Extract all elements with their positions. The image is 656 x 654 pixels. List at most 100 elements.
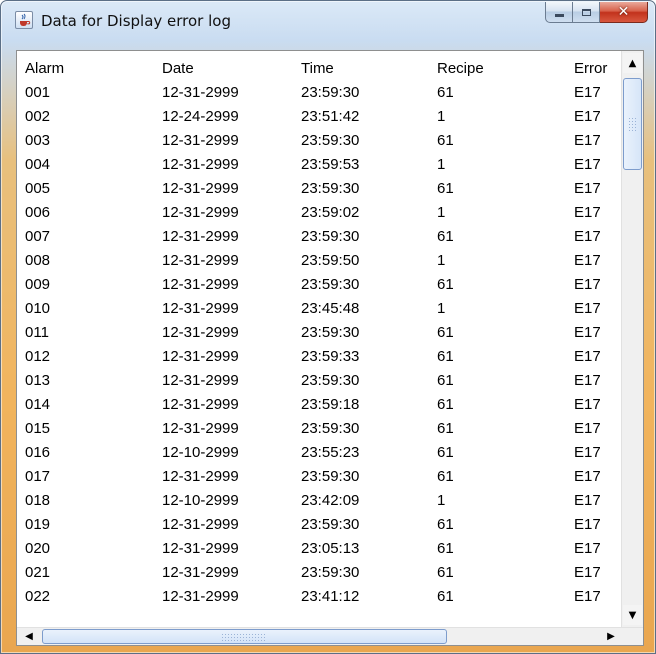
cell-time: 23:59:30: [301, 516, 360, 533]
cell-time: 23:59:30: [301, 180, 360, 197]
maximize-button[interactable]: [573, 2, 600, 23]
table-row[interactable]: 010 12-31-2999 23:45:48 1 E17: [25, 298, 621, 322]
cell-time: 23:59:30: [301, 468, 360, 485]
arrow-down-icon: ▼: [628, 609, 637, 621]
minimize-icon: [554, 13, 564, 17]
cell-date: 12-31-2999: [162, 540, 239, 557]
grip-icon: [221, 633, 265, 641]
column-header-date[interactable]: Date: [162, 60, 194, 77]
table-row[interactable]: 019 12-31-2999 23:59:30 61 E17: [25, 514, 621, 538]
column-header-time[interactable]: Time: [301, 60, 334, 77]
app-window: Data for Display error log ✕ Alarm Date …: [0, 0, 656, 654]
cell-error: E17: [574, 180, 601, 197]
cell-alarm: 012: [25, 348, 51, 365]
cell-date: 12-31-2999: [162, 132, 239, 149]
cell-date: 12-31-2999: [162, 396, 239, 413]
horizontal-scrollbar[interactable]: ◀ ▶: [17, 627, 643, 645]
table-row[interactable]: 009 12-31-2999 23:59:30 61 E17: [25, 274, 621, 298]
cell-error: E17: [574, 276, 601, 293]
error-log-table[interactable]: Alarm Date Time Recipe Error 001 12-31-29…: [25, 58, 621, 624]
table-row[interactable]: 001 12-31-2999 23:59:30 61 E17: [25, 82, 621, 106]
scroll-right-button[interactable]: ▶: [601, 629, 621, 644]
cell-recipe: 1: [437, 252, 446, 269]
cell-time: 23:59:30: [301, 324, 360, 341]
table-row[interactable]: 021 12-31-2999 23:59:30 61 E17: [25, 562, 621, 586]
cell-error: E17: [574, 540, 601, 557]
table-row[interactable]: 003 12-31-2999 23:59:30 61 E17: [25, 130, 621, 154]
table-row[interactable]: 015 12-31-2999 23:59:30 61 E17: [25, 418, 621, 442]
cell-error: E17: [574, 468, 601, 485]
cell-recipe: 61: [437, 468, 454, 485]
arrow-right-icon: ▶: [607, 631, 615, 642]
scroll-up-button[interactable]: ▲: [623, 53, 642, 73]
cell-error: E17: [574, 372, 601, 389]
cell-time: 23:51:42: [301, 108, 360, 125]
cell-alarm: 001: [25, 84, 51, 101]
table-row[interactable]: 012 12-31-2999 23:59:33 61 E17: [25, 346, 621, 370]
table-row[interactable]: 008 12-31-2999 23:59:50 1 E17: [25, 250, 621, 274]
cell-time: 23:59:18: [301, 396, 360, 413]
cell-recipe: 1: [437, 492, 446, 509]
minimize-button[interactable]: [545, 2, 573, 23]
table-row[interactable]: 017 12-31-2999 23:59:30 61 E17: [25, 466, 621, 490]
cell-time: 23:59:30: [301, 228, 360, 245]
scroll-left-button[interactable]: ◀: [19, 629, 39, 644]
table-row[interactable]: 011 12-31-2999 23:59:30 61 E17: [25, 322, 621, 346]
cell-alarm: 021: [25, 564, 51, 581]
table-row[interactable]: 002 12-24-2999 23:51:42 1 E17: [25, 106, 621, 130]
horizontal-scroll-thumb[interactable]: [42, 629, 447, 644]
table-row[interactable]: 020 12-31-2999 23:05:13 61 E17: [25, 538, 621, 562]
cell-error: E17: [574, 228, 601, 245]
cell-error: E17: [574, 84, 601, 101]
cell-alarm: 013: [25, 372, 51, 389]
grip-icon: [628, 117, 638, 133]
vertical-scrollbar[interactable]: ▲ ▼: [621, 51, 643, 627]
cell-recipe: 61: [437, 324, 454, 341]
cell-time: 23:59:33: [301, 348, 360, 365]
java-cup-icon[interactable]: [15, 11, 33, 29]
column-header-recipe[interactable]: Recipe: [437, 60, 484, 77]
cell-error: E17: [574, 156, 601, 173]
arrow-up-icon: ▲: [628, 57, 637, 69]
column-header-alarm[interactable]: Alarm: [25, 60, 64, 77]
cell-error: E17: [574, 492, 601, 509]
table-row[interactable]: 022 12-31-2999 23:41:12 61 E17: [25, 586, 621, 610]
cell-alarm: 019: [25, 516, 51, 533]
cell-alarm: 004: [25, 156, 51, 173]
cell-error: E17: [574, 516, 601, 533]
title-bar[interactable]: Data for Display error log ✕: [1, 1, 655, 43]
cell-time: 23:42:09: [301, 492, 360, 509]
cell-date: 12-31-2999: [162, 372, 239, 389]
cell-date: 12-31-2999: [162, 300, 239, 317]
close-button[interactable]: ✕: [600, 2, 648, 23]
scroll-down-button[interactable]: ▼: [623, 605, 642, 625]
table-row[interactable]: 004 12-31-2999 23:59:53 1 E17: [25, 154, 621, 178]
cell-error: E17: [574, 324, 601, 341]
cell-alarm: 016: [25, 444, 51, 461]
cell-recipe: 61: [437, 420, 454, 437]
table-row[interactable]: 006 12-31-2999 23:59:02 1 E17: [25, 202, 621, 226]
cell-time: 23:59:02: [301, 204, 360, 221]
cell-alarm: 015: [25, 420, 51, 437]
cell-alarm: 006: [25, 204, 51, 221]
table-row[interactable]: 018 12-10-2999 23:42:09 1 E17: [25, 490, 621, 514]
cell-time: 23:59:30: [301, 372, 360, 389]
cell-recipe: 61: [437, 84, 454, 101]
client-area: Alarm Date Time Recipe Error 001 12-31-29…: [16, 50, 644, 646]
cell-date: 12-31-2999: [162, 84, 239, 101]
table-row[interactable]: 007 12-31-2999 23:59:30 61 E17: [25, 226, 621, 250]
cell-date: 12-31-2999: [162, 468, 239, 485]
cell-alarm: 007: [25, 228, 51, 245]
cell-error: E17: [574, 588, 601, 605]
vertical-scroll-thumb[interactable]: [623, 78, 642, 170]
table-header-row: Alarm Date Time Recipe Error: [25, 58, 621, 82]
column-header-error[interactable]: Error: [574, 60, 607, 77]
table-row[interactable]: 005 12-31-2999 23:59:30 61 E17: [25, 178, 621, 202]
table-row[interactable]: 014 12-31-2999 23:59:18 61 E17: [25, 394, 621, 418]
table-row[interactable]: 013 12-31-2999 23:59:30 61 E17: [25, 370, 621, 394]
table-row[interactable]: 016 12-10-2999 23:55:23 61 E17: [25, 442, 621, 466]
cell-date: 12-31-2999: [162, 516, 239, 533]
cell-alarm: 017: [25, 468, 51, 485]
cell-recipe: 61: [437, 444, 454, 461]
cell-date: 12-24-2999: [162, 108, 239, 125]
